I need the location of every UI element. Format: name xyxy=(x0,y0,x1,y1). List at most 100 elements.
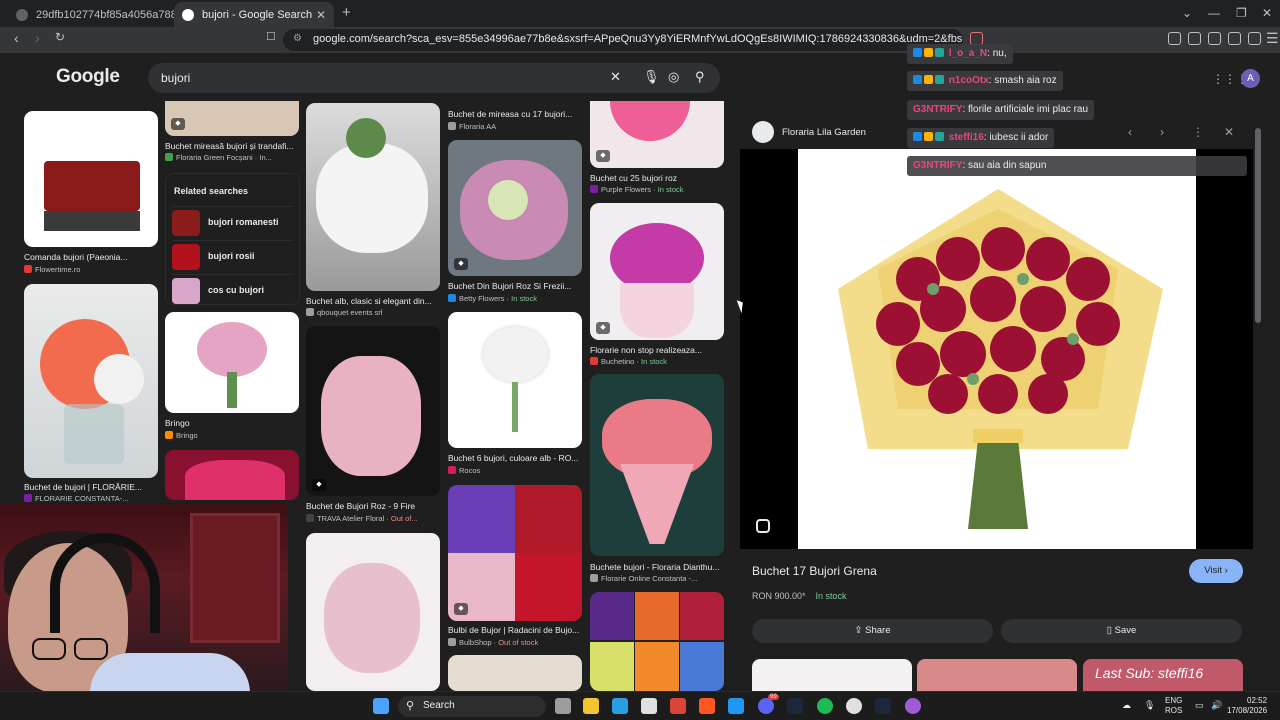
forward-icon[interactable]: › xyxy=(35,30,40,46)
preview-image[interactable] xyxy=(798,149,1196,549)
result-image[interactable] xyxy=(24,111,158,247)
network-tray-icon[interactable]: ☁ xyxy=(1122,700,1131,710)
panel-scrollbar[interactable] xyxy=(1255,128,1261,323)
menu-icon[interactable]: ☰ xyxy=(1266,30,1279,47)
shield-icon[interactable] xyxy=(1248,32,1261,45)
minimize-button[interactable]: — xyxy=(1208,6,1220,20)
extension-icon[interactable] xyxy=(1208,32,1221,45)
more-options-icon[interactable]: ⋮ xyxy=(1192,125,1204,139)
extension-icon[interactable] xyxy=(1228,32,1241,45)
result-image[interactable] xyxy=(448,655,582,691)
notification-badge: 99 xyxy=(768,694,779,700)
start-button-icon[interactable] xyxy=(373,698,389,714)
search-icon[interactable]: ⚲ xyxy=(695,69,705,85)
brave-icon[interactable] xyxy=(699,698,715,714)
result-image[interactable] xyxy=(306,533,440,691)
discord-icon[interactable] xyxy=(758,698,774,714)
result-image[interactable] xyxy=(165,312,299,413)
result-caption[interactable]: Bulbi de Bujor | Radacini de Bujo... xyxy=(448,625,582,635)
clear-icon[interactable]: ✕ xyxy=(610,69,621,85)
share-button[interactable]: ⇪ Share xyxy=(752,619,993,643)
product-tag-icon: ◆ xyxy=(312,479,326,491)
edge-icon[interactable] xyxy=(612,698,628,714)
task-view-icon[interactable] xyxy=(555,698,571,714)
app-icon[interactable] xyxy=(905,698,921,714)
vscode-icon[interactable] xyxy=(728,698,744,714)
tab-google-search[interactable]: bujori - Google Search ✕ xyxy=(174,2,334,27)
app-icon[interactable] xyxy=(641,698,657,714)
related-searches-title: Related searches xyxy=(174,186,249,196)
panel-source-name[interactable]: Floraria Lila Garden xyxy=(782,127,866,138)
tab-image[interactable]: 29dfb102774bf85a4056a788c4ee21f... ✕ xyxy=(8,2,235,27)
result-image[interactable] xyxy=(306,103,440,291)
avatar[interactable]: A xyxy=(1241,69,1260,88)
result-source: Buchetino · In stock xyxy=(590,357,667,366)
search-input[interactable]: bujori xyxy=(161,71,190,85)
obs-icon[interactable] xyxy=(846,698,862,714)
steam-icon[interactable] xyxy=(787,698,803,714)
result-caption[interactable]: Buchet cu 25 bujori roz xyxy=(590,173,724,183)
result-caption[interactable]: Buchet alb, clasic si elegant din... xyxy=(306,296,440,306)
result-image[interactable] xyxy=(448,312,582,448)
taskbar-search[interactable]: ⚲ Search xyxy=(398,696,546,717)
spotify-icon[interactable] xyxy=(817,698,833,714)
wifi-icon[interactable]: ▭ xyxy=(1195,700,1204,710)
source-favicon-icon xyxy=(24,494,32,502)
result-image[interactable]: ◆ xyxy=(165,101,299,136)
result-image[interactable]: ◆ xyxy=(448,485,582,621)
bookmark-icon[interactable]: ☐ xyxy=(266,30,276,43)
close-tab-icon[interactable]: ✕ xyxy=(316,8,326,22)
related-item[interactable]: cos cu bujori xyxy=(172,274,294,304)
close-icon[interactable]: ✕ xyxy=(1224,125,1234,139)
google-logo[interactable]: Google xyxy=(56,66,120,88)
url-field[interactable]: ⚙ google.com/search?sca_esv=855e34996ae7… xyxy=(283,29,963,51)
site-info-icon[interactable]: ⚙ xyxy=(293,33,302,44)
result-image[interactable] xyxy=(590,592,724,691)
new-tab-button[interactable]: + xyxy=(342,4,351,21)
result-caption[interactable]: Buchet Din Bujori Roz Si Frezii... xyxy=(448,281,582,291)
result-caption[interactable]: Comanda bujori (Paeonia... xyxy=(24,252,158,262)
save-button[interactable]: ▯ Save xyxy=(1001,619,1242,643)
extension-icon[interactable] xyxy=(1168,32,1181,45)
lens-icon[interactable]: ◎ xyxy=(668,69,679,85)
result-caption[interactable]: Buchet mireasă bujori și trandafi... xyxy=(165,141,299,151)
maximize-button[interactable]: ❐ xyxy=(1236,6,1247,20)
sidebar-icon[interactable] xyxy=(1188,32,1201,45)
volume-icon[interactable]: 🔊 xyxy=(1211,700,1222,710)
result-image[interactable]: ◆ xyxy=(306,326,440,496)
back-icon[interactable]: ‹ xyxy=(14,30,19,46)
result-image[interactable] xyxy=(165,450,299,500)
next-icon[interactable]: › xyxy=(1160,125,1164,139)
result-source: BulbShop · Out of stock xyxy=(448,638,538,647)
product-title[interactable]: Buchet 17 Bujori Grena xyxy=(752,564,877,578)
result-caption[interactable]: Florarie non stop realizeaza... xyxy=(590,345,724,355)
clock[interactable]: 02:52 17/08/2026 xyxy=(1227,696,1267,716)
result-caption[interactable]: Buchet 6 bujori, culoare alb - RO... xyxy=(448,453,582,463)
search-box[interactable]: bujori ✕ 🎙 ◎ ⚲ xyxy=(148,63,720,93)
steam-icon[interactable] xyxy=(875,698,891,714)
result-caption[interactable]: Bringo xyxy=(165,418,190,428)
related-item[interactable]: bujori romanesti xyxy=(172,206,294,236)
reload-icon[interactable]: ↻ xyxy=(55,30,65,44)
previous-icon[interactable]: ‹ xyxy=(1128,125,1132,139)
close-window-button[interactable]: ✕ xyxy=(1262,6,1272,20)
mic-tray-icon[interactable]: 🎙 xyxy=(1144,700,1155,710)
microphone-icon[interactable]: 🎙 xyxy=(643,69,660,85)
result-image[interactable] xyxy=(590,374,724,556)
language-indicator[interactable]: ENG ROS xyxy=(1165,696,1182,716)
chrome-icon[interactable] xyxy=(670,698,686,714)
tab-search-icon[interactable]: ⌄ xyxy=(1182,6,1192,20)
result-image[interactable]: ◆ xyxy=(590,203,724,340)
product-price: RON 900.00* In stock xyxy=(752,591,847,601)
result-caption[interactable]: Buchet de mireasa cu 17 bujori... xyxy=(448,109,582,119)
result-caption[interactable]: Buchet de bujori | FLORĂRIE... xyxy=(24,482,158,492)
result-image[interactable]: ◆ xyxy=(448,140,582,276)
result-image[interactable]: ◆ xyxy=(590,101,724,168)
result-caption[interactable]: Buchete bujori - Floraria Dianthu... xyxy=(590,562,724,572)
visit-button[interactable]: Visit › xyxy=(1189,559,1243,583)
result-image[interactable] xyxy=(24,284,158,478)
lens-search-icon[interactable] xyxy=(756,519,770,533)
related-item[interactable]: bujori rosii xyxy=(172,240,294,270)
result-caption[interactable]: Buchet de Bujori Roz - 9 Fire xyxy=(306,501,415,511)
file-explorer-icon[interactable] xyxy=(583,698,599,714)
